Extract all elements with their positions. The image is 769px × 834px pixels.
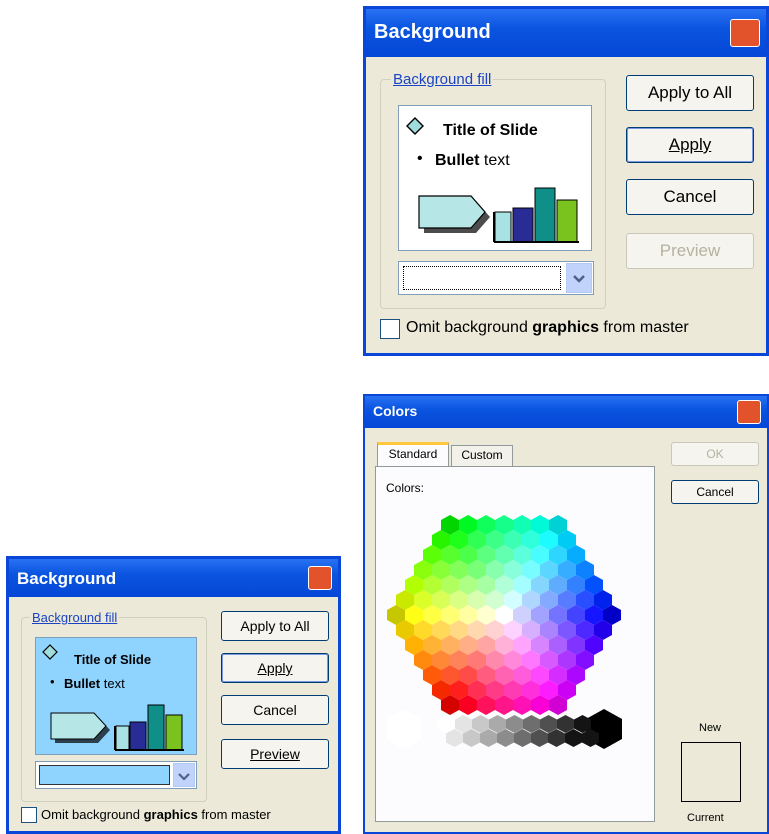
omit-graphics-checkbox[interactable] (380, 319, 400, 339)
ok-button[interactable]: OK (671, 442, 759, 466)
pentagon-shape-icon (418, 195, 490, 233)
bar-chart-icon (493, 187, 579, 243)
dialog-title: Background (17, 569, 117, 588)
omit-graphics-checkbox[interactable] (21, 807, 37, 823)
color-compare-swatch (681, 742, 741, 802)
cancel-button[interactable]: Cancel (671, 480, 759, 504)
grayscale-row[interactable] (376, 467, 656, 823)
background-dialog-small: Background Background fill Title of Slid… (6, 556, 341, 834)
bullet-dot: • (50, 674, 55, 689)
current-label: Current (687, 812, 724, 824)
fill-color-swatch (403, 266, 561, 290)
tab-standard-label: Standard (388, 447, 438, 461)
title-bar: Colors (365, 396, 767, 428)
preview-button[interactable]: Preview (626, 233, 754, 269)
slide-title-text: Title of Slide (443, 122, 538, 139)
slide-preview: Title of Slide • Bullet text (35, 637, 197, 755)
tab-custom-label: Custom (461, 448, 503, 462)
tab-standard[interactable]: Standard (377, 442, 449, 466)
group-label: Background fill (391, 71, 494, 88)
apply-button[interactable]: Apply (626, 127, 754, 163)
close-icon[interactable] (308, 566, 332, 590)
cancel-button[interactable]: Cancel (221, 695, 329, 725)
tab-custom[interactable]: Custom (451, 445, 513, 466)
title-bar: Background (366, 9, 766, 57)
apply-button[interactable]: Apply (221, 653, 329, 683)
fill-color-swatch (39, 765, 170, 785)
group-label: Background fill (30, 610, 120, 625)
bullet-rest: text (100, 676, 125, 691)
background-dialog-large: Background Background fill Title of Slid… (363, 6, 769, 356)
apply-to-all-button[interactable]: Apply to All (626, 75, 754, 111)
omit-graphics-label: Omit background graphics from master (41, 807, 271, 822)
gray-cell[interactable] (386, 709, 422, 749)
omit-text-b: graphics (532, 319, 599, 336)
bullet-rest: text (479, 152, 510, 169)
preview-button[interactable]: Preview (221, 739, 329, 769)
chevron-down-icon[interactable] (566, 263, 592, 293)
bullet-text: Bullet text (64, 676, 125, 691)
chevron-down-icon[interactable] (173, 763, 195, 787)
close-icon[interactable] (737, 400, 761, 424)
dialog-title: Background (374, 21, 491, 43)
fill-color-dropdown[interactable] (35, 761, 197, 789)
cancel-button[interactable]: Cancel (626, 179, 754, 215)
omit-text-a: Omit background (41, 807, 144, 822)
bullet-dot: • (417, 150, 423, 167)
bullet-bold: Bullet (435, 152, 480, 169)
bar-chart-icon (114, 704, 184, 751)
omit-text-c: from master (598, 319, 689, 336)
omit-text-c: from master (197, 807, 271, 822)
colors-dialog: Colors Standard Custom Colors: OK Cancel… (363, 394, 769, 834)
bullet-text: Bullet text (435, 152, 510, 170)
title-bar: Background (9, 559, 338, 597)
slide-preview: Title of Slide • Bullet text (398, 105, 592, 251)
dialog-title: Colors (373, 403, 418, 419)
close-icon[interactable] (730, 19, 760, 47)
tab-panel: Colors: (375, 466, 655, 822)
diamond-bullet-icon (42, 644, 58, 660)
omit-text-a: Omit background (406, 319, 533, 336)
slide-title-text: Title of Slide (74, 652, 152, 667)
diamond-bullet-icon (406, 117, 424, 135)
new-label: New (699, 722, 722, 734)
omit-graphics-label: Omit background graphics from master (406, 319, 689, 337)
fill-color-dropdown[interactable] (398, 261, 594, 295)
omit-text-b: graphics (143, 807, 198, 822)
apply-to-all-button[interactable]: Apply to All (221, 611, 329, 641)
pentagon-shape-icon (50, 712, 110, 743)
bullet-bold: Bullet (64, 676, 101, 691)
